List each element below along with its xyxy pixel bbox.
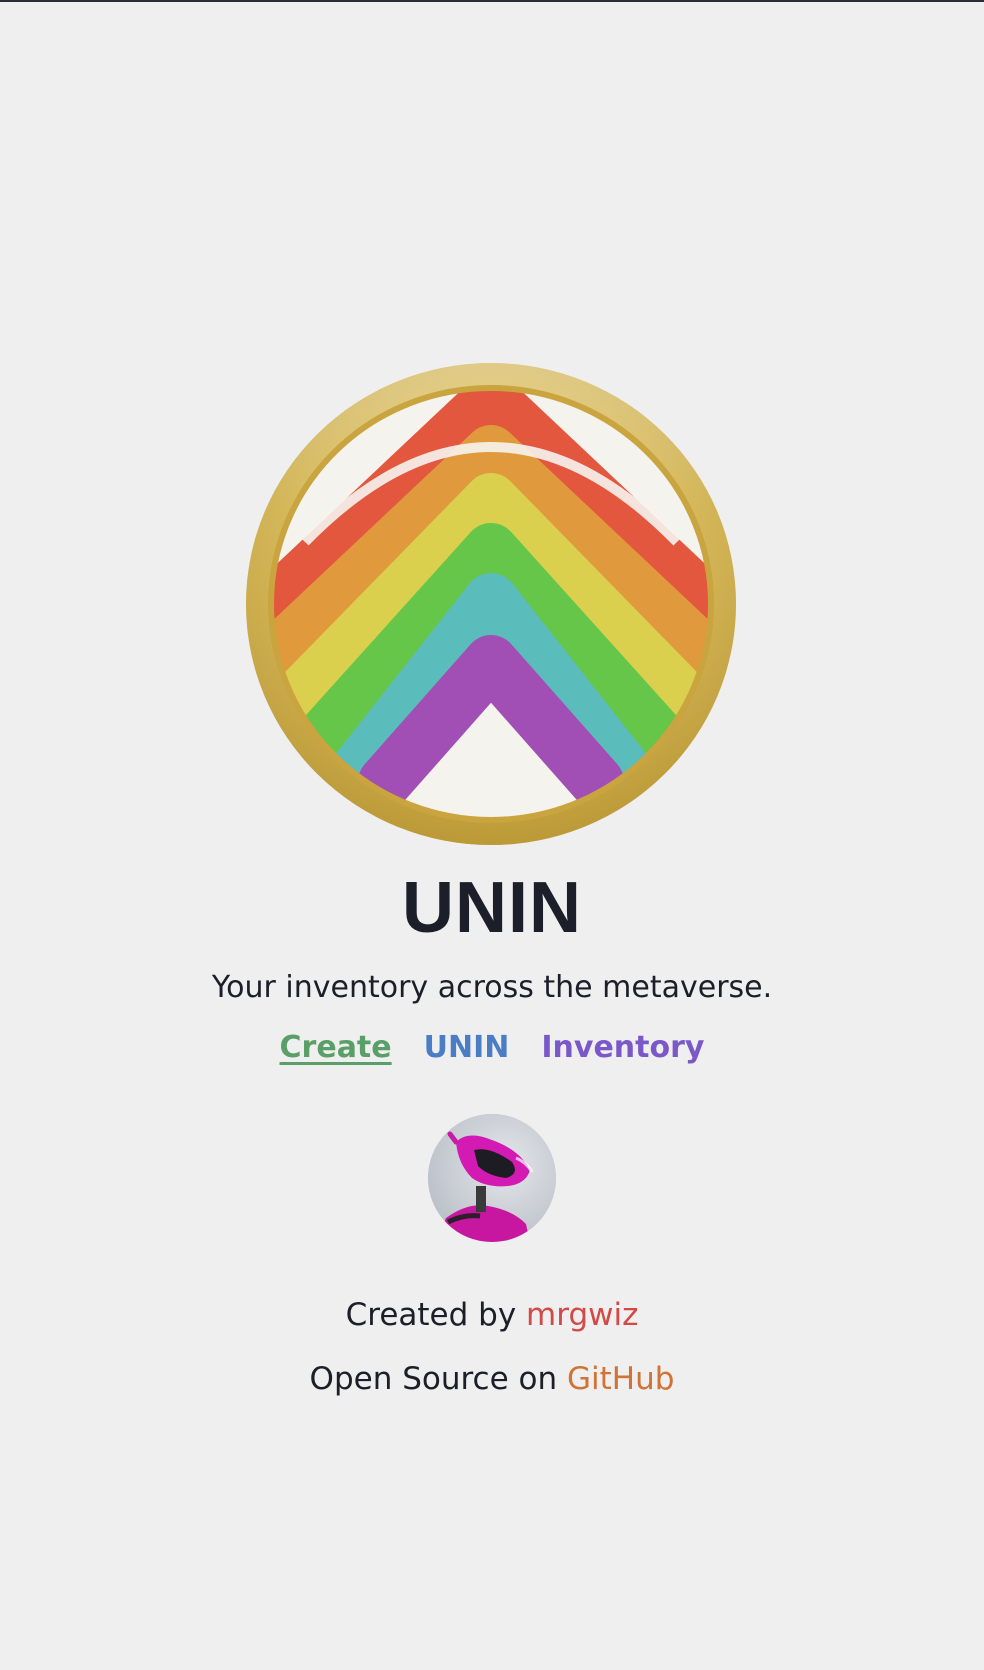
creator-avatar[interactable] xyxy=(428,1114,556,1242)
main-nav: Create UNIN Inventory xyxy=(0,1028,984,1068)
open-source-line: Open Source on GitHub xyxy=(0,1358,984,1400)
top-divider xyxy=(0,0,984,2)
landing-page: UNIN Your inventory across the metaverse… xyxy=(0,0,984,1670)
open-source-prefix: Open Source on xyxy=(309,1361,567,1397)
created-by-line: Created by mrgwiz xyxy=(0,1294,984,1336)
app-title: UNIN xyxy=(402,868,582,948)
rainbow-arch-coin-logo-icon xyxy=(246,363,736,845)
nav-link-create[interactable]: Create xyxy=(280,1028,392,1068)
nav-link-unin[interactable]: UNIN xyxy=(424,1028,510,1068)
github-link[interactable]: GitHub xyxy=(567,1361,674,1397)
author-link[interactable]: mrgwiz xyxy=(526,1297,638,1333)
pink-robot-avatar-icon xyxy=(428,1114,556,1242)
nav-link-inventory[interactable]: Inventory xyxy=(541,1028,704,1068)
created-by-prefix: Created by xyxy=(345,1297,527,1333)
app-tagline: Your inventory across the metaverse. xyxy=(211,970,773,1005)
